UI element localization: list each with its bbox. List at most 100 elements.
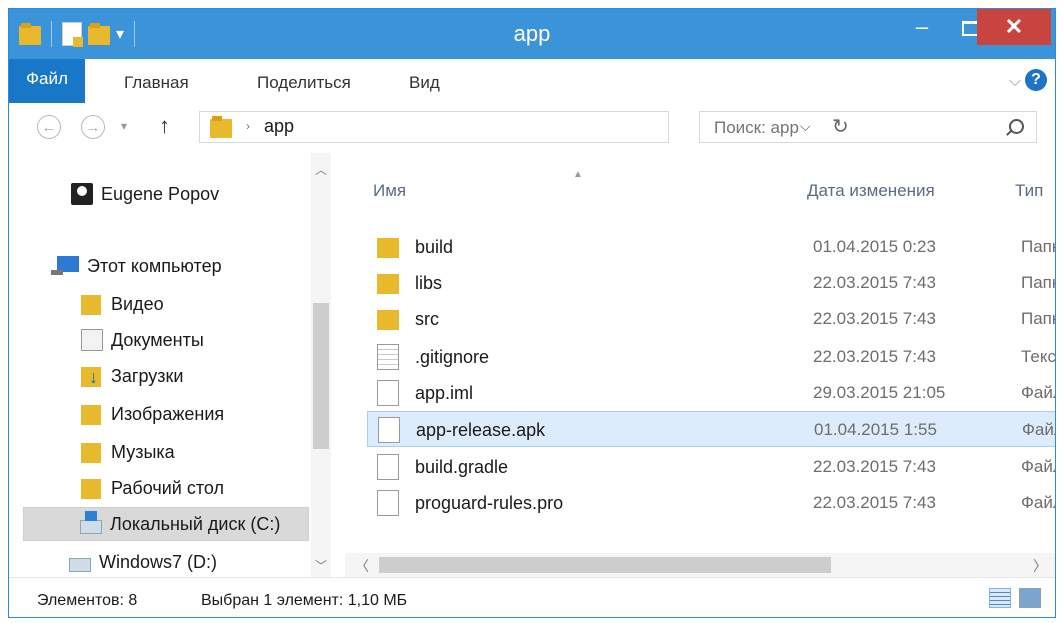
title-bar[interactable]: ▾ app – ✕ <box>9 9 1055 59</box>
file-name: libs <box>415 273 443 293</box>
tab-file[interactable]: Файл <box>9 59 85 103</box>
search-icon[interactable] <box>1009 119 1024 134</box>
column-header-date[interactable]: Дата изменения <box>807 181 935 201</box>
file-row-proguard-rules[interactable]: proguard-rules.pro 22.03.2015 7:43 Файл <box>367 485 1055 521</box>
nav-item-desktop[interactable]: Рабочий стол <box>81 471 224 505</box>
nav-item-documents[interactable]: Документы <box>81 323 204 357</box>
drive-icon <box>69 558 91 572</box>
file-name: build <box>415 237 454 257</box>
folder-icon <box>210 116 232 138</box>
file-icon <box>377 490 399 516</box>
horizontal-scrollbar[interactable]: 〈 〉 <box>345 553 1055 577</box>
column-header-name[interactable]: Имя <box>373 181 406 201</box>
file-date: 22.03.2015 7:43 <box>813 347 936 366</box>
file-row-libs[interactable]: libs 22.03.2015 7:43 Папк <box>367 265 1055 301</box>
sort-ascending-icon: ▲ <box>573 169 583 180</box>
tab-share[interactable]: Поделиться <box>257 59 351 103</box>
up-button[interactable]: ↑ <box>159 113 170 139</box>
music-folder-icon <box>81 441 103 463</box>
local-disk-icon <box>80 511 102 534</box>
nav-item-label: Рабочий стол <box>111 477 224 498</box>
tab-view[interactable]: Вид <box>409 59 440 103</box>
nav-item-downloads[interactable]: Загрузки <box>81 359 183 393</box>
file-date: 01.04.2015 0:23 <box>813 237 936 256</box>
column-header-type[interactable]: Тип <box>1015 181 1043 201</box>
selection-info: Выбран 1 элемент: 1,10 МБ <box>201 592 408 609</box>
scroll-thumb[interactable] <box>379 557 831 573</box>
user-icon <box>71 183 93 205</box>
file-date: 22.03.2015 7:43 <box>813 457 936 476</box>
file-date: 01.04.2015 1:55 <box>814 420 937 439</box>
details-view-icon[interactable] <box>989 588 1011 608</box>
recent-locations-icon[interactable]: ▾ <box>121 119 127 133</box>
nav-item-videos[interactable]: Видео <box>81 287 164 321</box>
large-icons-view-icon[interactable] <box>1019 588 1041 608</box>
computer-icon <box>51 256 79 275</box>
nav-item-label: Музыка <box>111 441 175 462</box>
search-box[interactable] <box>699 111 1037 143</box>
nav-item-drive-d[interactable]: Windows7 (D:) <box>69 545 217 577</box>
file-name: app-release.apk <box>416 420 546 440</box>
expand-ribbon-icon[interactable]: ⌵ <box>1009 73 1021 91</box>
file-icon <box>377 454 399 480</box>
folder-icon <box>377 270 399 296</box>
nav-item-label: Windows7 (D:) <box>99 551 218 572</box>
text-file-icon <box>377 344 399 370</box>
desktop-folder-icon <box>81 477 103 499</box>
file-type: Файл <box>1021 457 1055 476</box>
file-date: 22.03.2015 7:43 <box>813 493 936 512</box>
nav-item-label: Загрузки <box>111 365 184 386</box>
scroll-left-icon[interactable]: 〈 <box>355 556 369 576</box>
file-name: proguard-rules.pro <box>415 493 564 513</box>
close-button[interactable]: ✕ <box>977 9 1051 45</box>
file-date: 22.03.2015 7:43 <box>813 273 936 292</box>
nav-item-user[interactable]: Eugene Popov <box>71 177 219 211</box>
item-count: Элементов: 8 <box>37 592 138 609</box>
pictures-folder-icon <box>81 403 103 425</box>
file-name: .gitignore <box>415 347 490 367</box>
file-row-app-release-apk[interactable]: app-release.apk 01.04.2015 1:55 Файл <box>367 411 1055 447</box>
nav-item-label: Видео <box>111 293 164 314</box>
file-type: Папк <box>1021 309 1055 328</box>
nav-item-label: Eugene Popov <box>101 183 220 204</box>
address-bar[interactable]: › app ⌵ ↻ <box>199 111 849 143</box>
file-row-gitignore[interactable]: .gitignore 22.03.2015 7:43 Текст <box>367 339 1055 375</box>
videos-folder-icon <box>81 293 103 315</box>
file-name: app.iml <box>415 383 474 403</box>
documents-icon <box>81 329 103 351</box>
nav-item-drive-c[interactable]: Локальный диск (C:) <box>23 507 309 541</box>
scroll-right-icon[interactable]: 〉 <box>1033 556 1047 576</box>
file-name: build.gradle <box>415 457 509 477</box>
help-icon[interactable]: ? <box>1025 69 1047 91</box>
file-type: Файл <box>1022 420 1055 439</box>
file-list: ▲ Имя Дата изменения Тип build 01.04.201… <box>345 153 1055 577</box>
breadcrumb-separator[interactable]: › <box>246 119 250 133</box>
scroll-thumb[interactable] <box>313 303 329 449</box>
nav-item-pictures[interactable]: Изображения <box>81 397 224 431</box>
file-type: Файл <box>1021 493 1055 512</box>
nav-item-music[interactable]: Музыка <box>81 435 175 469</box>
navigation-pane: Eugene Popov Этот компьютер Видео Докуме… <box>9 153 335 577</box>
file-type: Файл <box>1021 383 1055 402</box>
file-type: Папк <box>1021 237 1055 256</box>
file-row-build[interactable]: build 01.04.2015 0:23 Папк <box>367 229 1055 265</box>
nav-item-label: Документы <box>111 329 204 350</box>
tab-home[interactable]: Главная <box>124 59 189 103</box>
file-date: 29.03.2015 21:05 <box>813 383 946 402</box>
nav-scrollbar[interactable]: ︿ ﹀ <box>311 153 331 577</box>
file-date: 22.03.2015 7:43 <box>813 309 936 328</box>
nav-item-label: Локальный диск (C:) <box>110 513 281 534</box>
nav-item-this-pc[interactable]: Этот компьютер <box>51 249 222 283</box>
file-row-app-iml[interactable]: app.iml 29.03.2015 21:05 Файл <box>367 375 1055 411</box>
breadcrumb-app[interactable]: app <box>264 116 294 137</box>
file-row-src[interactable]: src 22.03.2015 7:43 Папк <box>367 301 1055 337</box>
navigation-bar: ← → ▾ ↑ › app ⌵ ↻ <box>9 103 1055 153</box>
status-bar: Элементов: 8 Выбран 1 элемент: 1,10 МБ <box>9 577 1055 617</box>
scroll-down-icon[interactable]: ﹀ <box>315 557 327 574</box>
back-button[interactable]: ← <box>37 115 61 139</box>
minimize-button[interactable]: – <box>897 9 947 45</box>
search-input[interactable] <box>712 114 986 142</box>
forward-button[interactable]: → <box>81 115 105 139</box>
file-row-build-gradle[interactable]: build.gradle 22.03.2015 7:43 Файл <box>367 449 1055 485</box>
scroll-up-icon[interactable]: ︿ <box>315 161 327 178</box>
